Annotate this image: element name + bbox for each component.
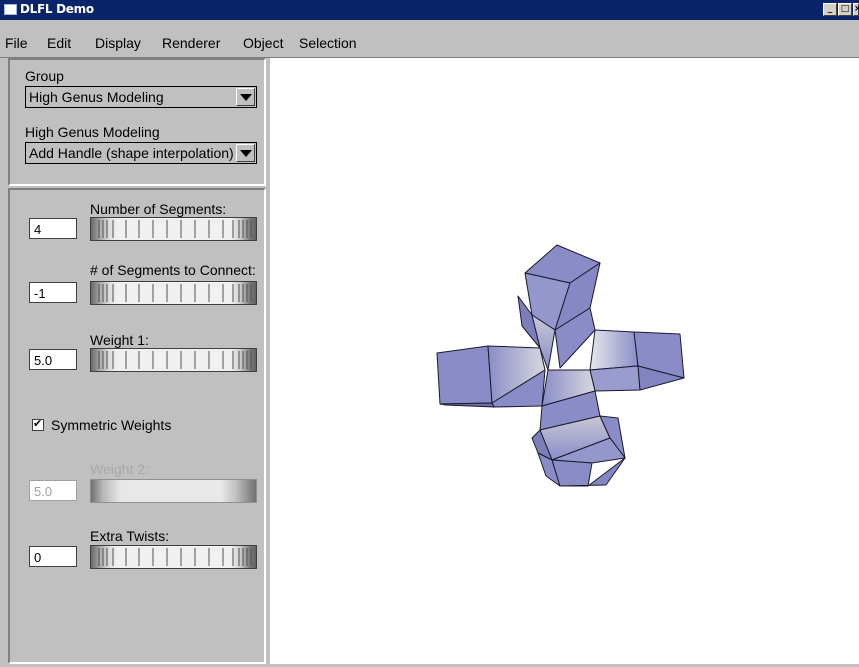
window-title: DLFL Demo [20, 2, 94, 16]
symmetric-weights-checkbox[interactable] [32, 417, 44, 431]
group-label: Group [25, 68, 64, 84]
menu-display[interactable]: Display [95, 35, 141, 51]
group-panel: Group High Genus Modeling High Genus Mod… [8, 58, 266, 186]
num-segments-input[interactable]: 4 [29, 218, 77, 239]
weight1-label: Weight 1: [90, 332, 149, 348]
weight2-label: Weight 2: [90, 461, 149, 477]
mesh-model [436, 244, 685, 487]
menu-object[interactable]: Object [243, 35, 283, 51]
group-select[interactable]: High Genus Modeling [25, 86, 257, 108]
menu-selection[interactable]: Selection [299, 35, 357, 51]
menu-bar: File Edit Display Renderer Object Select… [0, 20, 859, 58]
chevron-down-icon[interactable] [236, 88, 255, 106]
segments-connect-input[interactable]: -1 [29, 282, 77, 303]
viewport-canvas[interactable] [270, 58, 859, 664]
menu-file[interactable]: File [5, 35, 28, 51]
mode-label: High Genus Modeling [25, 124, 160, 140]
segments-connect-label: # of Segments to Connect: [90, 262, 256, 278]
extra-twists-label: Extra Twists: [90, 528, 170, 544]
mode-select-value: Add Handle (shape interpolation) [29, 145, 234, 161]
segments-connect-slider[interactable] [90, 281, 257, 305]
maximize-button[interactable]: □ [838, 3, 852, 16]
weight1-input[interactable]: 5.0 [29, 349, 77, 370]
weight2-slider[interactable] [90, 479, 257, 503]
parameters-panel: Number of Segments: 4 # of Segments to C… [8, 188, 266, 664]
mode-select[interactable]: Add Handle (shape interpolation) [25, 142, 257, 164]
weight1-slider[interactable] [90, 348, 257, 372]
extra-twists-input[interactable]: 0 [29, 546, 77, 567]
symmetric-weights-label: Symmetric Weights [51, 417, 172, 433]
extra-twists-slider[interactable] [90, 545, 257, 569]
minimize-button[interactable]: _ [823, 3, 837, 16]
window-icon [4, 4, 17, 15]
num-segments-slider[interactable] [90, 217, 257, 241]
close-button[interactable]: × [853, 3, 859, 16]
weight2-input[interactable]: 5.0 [29, 480, 77, 501]
menu-edit[interactable]: Edit [47, 35, 71, 51]
chevron-down-icon[interactable] [236, 144, 255, 162]
title-bar[interactable]: DLFL Demo _ □ × [0, 0, 859, 20]
group-select-value: High Genus Modeling [29, 89, 164, 105]
num-segments-label: Number of Segments: [90, 201, 227, 217]
menu-renderer[interactable]: Renderer [162, 35, 220, 51]
